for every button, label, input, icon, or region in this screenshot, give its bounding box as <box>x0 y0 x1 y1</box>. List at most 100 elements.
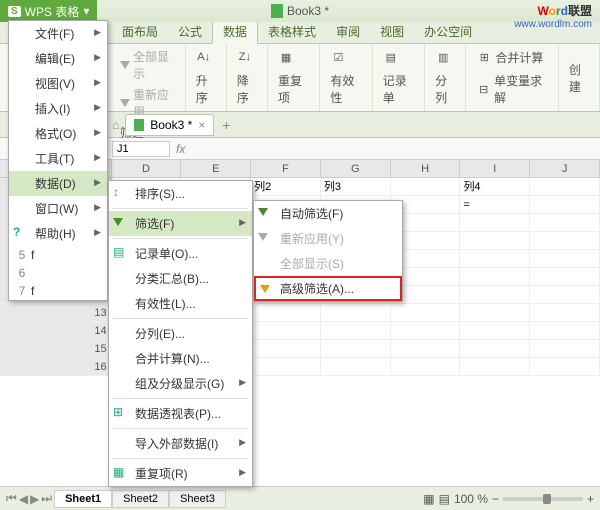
cell[interactable] <box>391 322 461 339</box>
menu-item-format[interactable]: 格式(O)▶ <box>9 121 107 146</box>
cell[interactable] <box>530 178 600 195</box>
cell[interactable] <box>530 304 600 321</box>
menu-item-split[interactable]: 分列(E)... <box>109 321 252 346</box>
nav-last-icon[interactable]: ⏭ <box>41 491 52 506</box>
close-tab-icon[interactable]: × <box>198 118 205 132</box>
col-header[interactable]: E <box>181 160 251 177</box>
sheet-tab[interactable]: Sheet1 <box>54 490 112 508</box>
add-tab-button[interactable]: + <box>222 117 230 133</box>
duplicates-button[interactable]: ▦ <box>276 47 313 67</box>
zoom-in-icon[interactable]: + <box>587 492 594 506</box>
view-page-icon[interactable]: ▤ <box>439 492 450 506</box>
cell[interactable] <box>530 322 600 339</box>
menu-item-advfilter[interactable]: 高级筛选(A)... <box>254 276 402 301</box>
sort-asc-button[interactable]: A↓ <box>194 47 220 67</box>
cell[interactable] <box>391 358 461 375</box>
ribbon-tab-5[interactable]: 视图 <box>370 20 414 43</box>
nav-first-icon[interactable]: ⏮ <box>6 491 17 506</box>
cell[interactable] <box>391 304 461 321</box>
menu-item-autofilter[interactable]: 自动筛选(F) <box>254 201 402 226</box>
name-box[interactable] <box>112 141 170 157</box>
col-header[interactable]: I <box>460 160 530 177</box>
sheet-tab[interactable]: Sheet3 <box>169 490 226 508</box>
cell[interactable] <box>321 358 391 375</box>
show-all-button[interactable]: 全部显示 <box>118 46 179 84</box>
menu-item-tools[interactable]: 工具(T)▶ <box>9 146 107 171</box>
menu-item-repeat[interactable]: ▦重复项(R)▶ <box>109 461 252 486</box>
menu-item-group[interactable]: 组及分级显示(G)▶ <box>109 371 252 396</box>
sort-desc-button[interactable]: Z↓ <box>235 47 261 67</box>
menu-item-help[interactable]: ?帮助(H)▶ <box>9 221 107 246</box>
cell[interactable] <box>251 322 321 339</box>
form-button[interactable]: ▤ <box>381 47 418 67</box>
cell[interactable] <box>391 340 461 357</box>
menu-item-import[interactable]: 导入外部数据(I)▶ <box>109 431 252 456</box>
consolidate-button[interactable]: ⊞合并计算 <box>474 47 552 68</box>
col-header[interactable]: J <box>530 160 600 177</box>
menu-item-form[interactable]: ▤记录单(O)... <box>109 241 252 266</box>
cell[interactable] <box>460 340 530 357</box>
row-header[interactable]: 14 <box>0 322 112 339</box>
cell[interactable] <box>460 322 530 339</box>
fx-icon[interactable]: fx <box>176 142 185 156</box>
row-header[interactable]: 15 <box>0 340 112 357</box>
nav-prev-icon[interactable]: ◀ <box>19 492 28 506</box>
ribbon-tab-1[interactable]: 公式 <box>168 20 212 43</box>
col-header[interactable]: F <box>251 160 321 177</box>
menu-item-view[interactable]: 视图(V)▶ <box>9 71 107 96</box>
menu-item-consol[interactable]: 合并计算(N)... <box>109 346 252 371</box>
cell[interactable] <box>530 232 600 249</box>
sheet-tab[interactable]: Sheet2 <box>112 490 169 508</box>
row-header[interactable]: 16 <box>0 358 112 375</box>
cell[interactable] <box>251 358 321 375</box>
nav-next-icon[interactable]: ▶ <box>30 492 39 506</box>
menu-item-subtotal[interactable]: 分类汇总(B)... <box>109 266 252 291</box>
cell[interactable]: 列3 <box>321 178 391 195</box>
menu-item-window[interactable]: 窗口(W)▶ <box>9 196 107 221</box>
cell[interactable] <box>530 196 600 213</box>
cell[interactable] <box>530 250 600 267</box>
solver-button[interactable]: ⊟单变量求解 <box>474 70 552 108</box>
view-normal-icon[interactable]: ▦ <box>423 492 434 506</box>
cell[interactable] <box>460 214 530 231</box>
cell[interactable] <box>460 358 530 375</box>
col-header[interactable]: G <box>321 160 391 177</box>
zoom-slider[interactable] <box>503 497 583 501</box>
ribbon-tab-2[interactable]: 数据 <box>212 19 258 44</box>
menu-item-validity[interactable]: 有效性(L)... <box>109 291 252 316</box>
menu-item-edit[interactable]: 编辑(E)▶ <box>9 46 107 71</box>
cell[interactable] <box>530 286 600 303</box>
cell[interactable] <box>321 322 391 339</box>
cell[interactable]: 列2 <box>251 178 321 195</box>
cell[interactable] <box>460 286 530 303</box>
col-header[interactable]: H <box>391 160 461 177</box>
cell[interactable] <box>530 214 600 231</box>
cell[interactable] <box>460 304 530 321</box>
menu-item-sort[interactable]: ↕排序(S)... <box>109 181 252 206</box>
cell[interactable] <box>251 304 321 321</box>
menu-item-insert[interactable]: 插入(I)▶ <box>9 96 107 121</box>
cell[interactable] <box>321 340 391 357</box>
col-header[interactable]: D <box>112 160 182 177</box>
cell[interactable]: = <box>460 196 530 213</box>
zoom-out-icon[interactable]: − <box>492 492 499 506</box>
cell[interactable]: 列4 <box>460 178 530 195</box>
ribbon-tab-4[interactable]: 审阅 <box>326 20 370 43</box>
cell[interactable] <box>391 178 461 195</box>
document-tab[interactable]: Book3 * × <box>125 114 214 136</box>
cell[interactable] <box>530 340 600 357</box>
app-menu-button[interactable]: S WPS 表格 ▾ <box>0 0 97 22</box>
split-button[interactable]: ▥ <box>433 47 459 67</box>
menu-item-pivot[interactable]: ⊞数据透视表(P)... <box>109 401 252 426</box>
ribbon-tab-6[interactable]: 办公空间 <box>414 20 482 43</box>
ribbon-tab-3[interactable]: 表格样式 <box>258 20 326 43</box>
cell[interactable] <box>530 268 600 285</box>
cell[interactable] <box>460 250 530 267</box>
create-button[interactable]: 创建 <box>567 59 593 97</box>
cell[interactable] <box>321 304 391 321</box>
cell[interactable] <box>460 232 530 249</box>
home-icon[interactable]: ⌂ <box>112 118 119 132</box>
cell[interactable] <box>251 340 321 357</box>
zoom-control[interactable]: ▦ ▤ 100 % − + <box>423 492 594 506</box>
validity-button[interactable]: ☑ <box>328 47 365 67</box>
